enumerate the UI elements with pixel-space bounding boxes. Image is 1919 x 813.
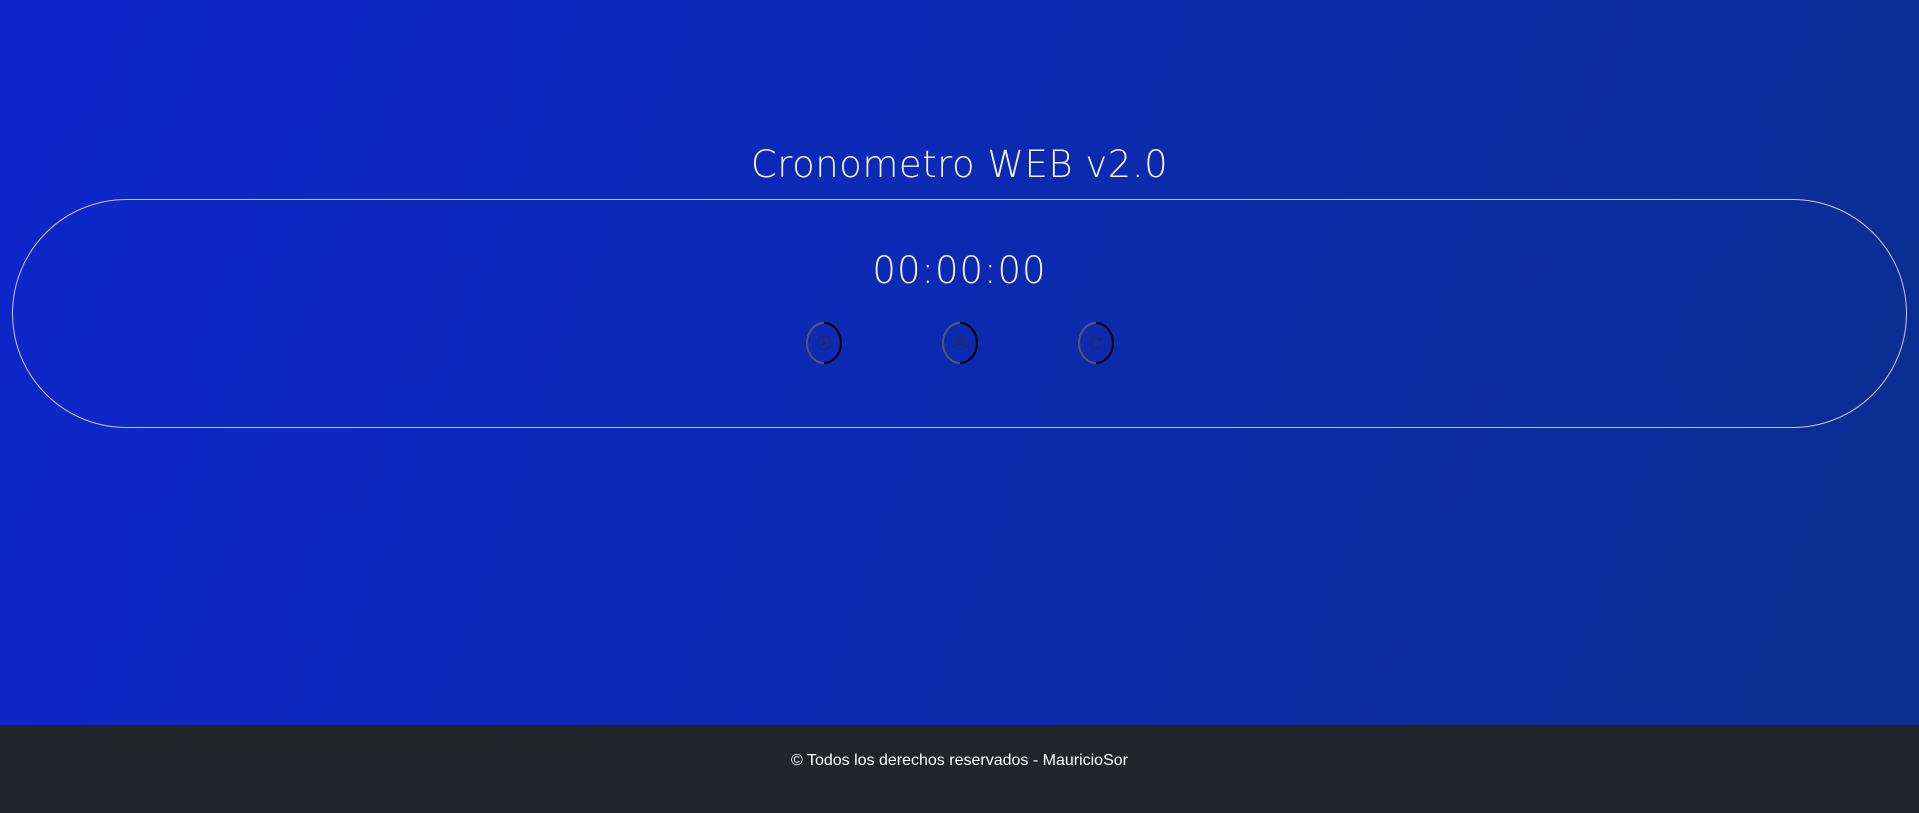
reset-button[interactable] <box>1076 320 1116 366</box>
stopwatch-panel <box>12 199 1907 428</box>
timer-display: 00:00:00 <box>872 249 1047 292</box>
play-button[interactable] <box>804 320 844 366</box>
pause-button[interactable] <box>940 320 980 366</box>
reset-icon <box>1078 322 1114 364</box>
play-icon <box>806 322 842 364</box>
footer-copyright: © Todos los derechos reservados - Mauric… <box>791 752 1128 769</box>
page-title: Cronometro WEB v2.0 <box>750 143 1169 186</box>
pause-icon <box>942 322 978 364</box>
